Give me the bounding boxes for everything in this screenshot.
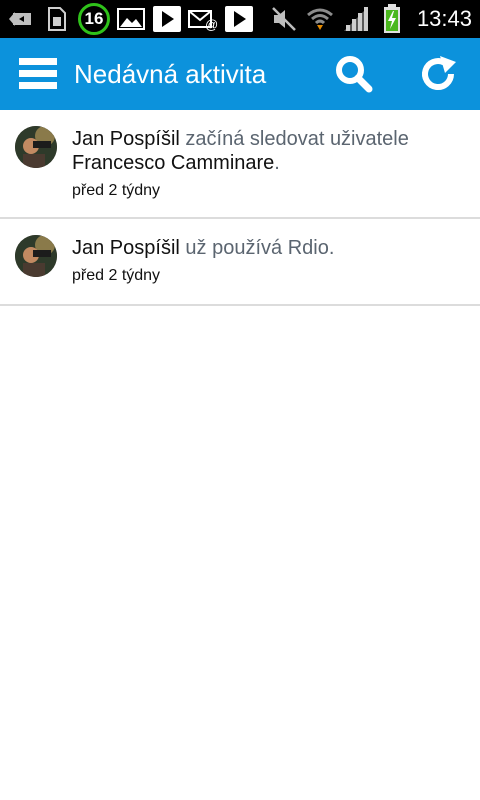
status-bar: 16 @ 13:43 bbox=[0, 0, 480, 38]
avatar bbox=[15, 126, 57, 168]
activity-time: před 2 týdny bbox=[72, 267, 161, 284]
menu-button[interactable] bbox=[10, 38, 68, 110]
activity-user[interactable]: Jan Pospíšil bbox=[72, 237, 180, 259]
mute-icon bbox=[269, 4, 299, 34]
hamburger-icon bbox=[19, 58, 57, 89]
sim-card-icon bbox=[42, 4, 72, 34]
avatar bbox=[15, 235, 57, 277]
list-item[interactable]: Jan Pospíšil už používá Rdio. před 2 týd… bbox=[0, 219, 480, 306]
signal-icon bbox=[341, 4, 371, 34]
svg-text:@: @ bbox=[205, 17, 218, 31]
search-button[interactable] bbox=[312, 38, 396, 110]
email-icon: @ bbox=[188, 4, 218, 34]
activity-time: před 2 týdny bbox=[72, 182, 161, 199]
activity-end: . bbox=[274, 152, 280, 174]
activity-action: už používá Rdio. bbox=[185, 237, 335, 259]
search-icon bbox=[336, 56, 373, 93]
list-item[interactable]: Jan Pospíšil začíná sledovat uživatele F… bbox=[0, 110, 480, 219]
status-clock: 13:43 bbox=[416, 6, 472, 31]
page-title: Nedávná aktivita bbox=[74, 58, 267, 89]
refresh-icon bbox=[422, 56, 456, 91]
activity-target[interactable]: Francesco Camminare bbox=[72, 152, 274, 174]
play-store-icon bbox=[152, 4, 182, 34]
activity-list: Jan Pospíšil začíná sledovat uživatele F… bbox=[0, 110, 480, 306]
image-icon bbox=[116, 4, 146, 34]
wifi-icon bbox=[305, 4, 335, 34]
battery-charging-icon bbox=[377, 4, 407, 34]
notification-count-badge: 16 bbox=[78, 3, 110, 35]
back-arrow-icon bbox=[6, 4, 36, 34]
activity-user[interactable]: Jan Pospíšil bbox=[72, 128, 180, 150]
action-bar: Nedávná aktivita bbox=[0, 38, 480, 110]
play-store-icon bbox=[224, 4, 254, 34]
activity-action: začíná sledovat uživatele bbox=[185, 128, 409, 150]
refresh-button[interactable] bbox=[396, 38, 480, 110]
